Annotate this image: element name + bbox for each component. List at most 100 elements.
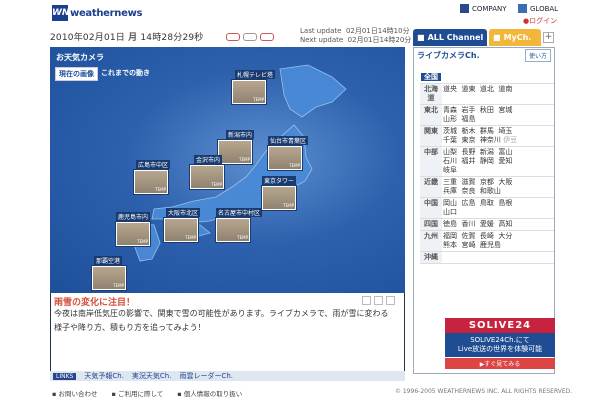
pager-next-icon[interactable] [386,296,395,305]
link-forecast[interactable]: 天気予報Ch. [84,371,124,381]
cam-label-kanazawa[interactable]: 金沢市内 [194,155,223,164]
region-name[interactable]: 近畿 [420,176,442,198]
city-link[interactable]: 東京 [461,136,475,144]
region-name[interactable]: 九州 [420,230,442,252]
company-link[interactable]: COMPANY [460,4,507,13]
region-all[interactable]: 全国 [421,73,441,81]
cam-thumb-hiroshima[interactable]: TEMP [134,170,168,194]
cam-label-tokyo[interactable]: 東京タワー [262,176,297,185]
pager-prev-icon[interactable] [362,296,371,305]
past-movement-button[interactable]: これまでの動き [101,68,150,78]
region-name[interactable]: 中部 [420,146,442,177]
city-link[interactable]: 埼玉 [498,127,512,135]
city-link[interactable]: 宮崎 [461,241,475,249]
cam-label-sapporo[interactable]: 札幌テレビ塔 [235,70,276,79]
city-link[interactable]: 三重 [443,178,457,186]
cam-thumb-osaka[interactable]: TEMP [164,218,198,242]
city-link[interactable]: 道北 [480,85,494,93]
logo-mark[interactable]: WN [52,5,69,21]
city-link[interactable]: 愛媛 [480,220,494,228]
city-link[interactable]: 福島 [461,115,475,123]
cam-label-kagoshima[interactable]: 鹿児島市内 [116,212,151,221]
city-link[interactable]: 和歌山 [480,187,501,195]
city-link[interactable]: 岐阜 [443,166,457,174]
city-link[interactable]: 宮城 [498,106,512,114]
city-link[interactable]: 大阪 [498,178,512,186]
city-link[interactable]: 徳島 [443,220,457,228]
city-link[interactable]: 鳥取 [480,199,494,207]
login-link[interactable]: ●ログイン [523,16,557,26]
city-link[interactable]: 高知 [498,220,512,228]
city-link[interactable]: 長野 [461,148,475,156]
global-link[interactable]: GLOBAL [518,4,558,13]
footer-terms[interactable]: ▪ ご利用に際して [111,388,163,398]
cam-label-naha[interactable]: 那覇空港 [94,256,123,265]
city-link[interactable]: 道央 [443,85,457,93]
city-link[interactable]: 佐賀 [461,232,475,240]
cam-thumb-kanazawa[interactable]: TEMP [190,165,224,189]
cam-label-nagoya[interactable]: 名古屋市中村区 [216,208,263,217]
cam-label-sendai[interactable]: 仙台市青葉区 [268,136,309,145]
city-link[interactable]: 香川 [461,220,475,228]
link-observation[interactable]: 実況天気Ch. [132,371,172,381]
city-link[interactable]: 長崎 [480,232,494,240]
city-link[interactable]: 富山 [498,148,512,156]
city-link[interactable]: 石川 [443,157,457,165]
add-tab-button[interactable]: + [543,32,554,43]
city-link[interactable]: 山形 [443,115,457,123]
city-link[interactable]: 愛知 [498,157,512,165]
cam-thumb-sendai[interactable]: TEMP [268,146,302,170]
city-link[interactable]: 兵庫 [443,187,457,195]
region-name[interactable]: 関東 [420,125,442,147]
cam-thumb-niigata[interactable]: TEMP [218,140,252,164]
cam-thumb-nagoya[interactable]: TEMP [216,218,250,242]
city-link[interactable]: 道南 [498,85,512,93]
cam-thumb-tokyo[interactable]: TEMP [262,186,296,210]
logo-text[interactable]: weathernews [70,8,142,19]
region-name[interactable]: 北海道 [420,83,442,105]
city-link[interactable]: 島根 [498,199,512,207]
region-name[interactable]: 四国 [420,218,442,231]
footer-privacy[interactable]: ▪ 個人情報の取り扱い [177,388,242,398]
footer-contact[interactable]: ▪ お問い合わせ [52,388,97,398]
city-link[interactable]: 鹿児島 [480,241,501,249]
city-link[interactable]: 青森 [443,106,457,114]
city-link[interactable]: 岡山 [443,199,457,207]
tab-all-channel[interactable]: ■ ALL Channel [413,29,487,46]
cam-thumb-naha[interactable]: TEMP [92,266,126,290]
city-link[interactable]: 道東 [461,85,475,93]
tab-my-channel[interactable]: ■ MyCh. [489,29,541,46]
city-link[interactable]: 千葉 [443,136,457,144]
city-link[interactable]: 岩手 [461,106,475,114]
city-link[interactable]: 伊豆 [503,136,517,144]
city-link[interactable]: 山梨 [443,148,457,156]
city-link[interactable]: 栃木 [461,127,475,135]
city-link[interactable]: 京都 [480,178,494,186]
region-name[interactable]: 東北 [420,104,442,126]
city-link[interactable]: 静岡 [480,157,494,165]
city-link[interactable]: 神奈川 [480,136,501,144]
cam-thumb-sapporo[interactable]: TEMP [232,80,266,104]
pager-mid-icon[interactable] [374,296,383,305]
city-link[interactable]: 滋賀 [461,178,475,186]
city-link[interactable]: 奈良 [461,187,475,195]
city-link[interactable]: 群馬 [480,127,494,135]
city-link[interactable]: 福岡 [443,232,457,240]
solive-banner[interactable]: SOLIVE24 SOLIVE24Ch.にて Live放送の世界を体験可能 ▶す… [445,318,555,372]
city-link[interactable]: 広島 [461,199,475,207]
city-link[interactable]: 大分 [498,232,512,240]
city-link[interactable]: 新潟 [480,148,494,156]
cam-label-niigata[interactable]: 新潟市内 [226,130,255,139]
city-link[interactable]: 茨城 [443,127,457,135]
article-pager[interactable] [362,296,395,305]
cam-label-hiroshima[interactable]: 広島市中区 [136,160,171,169]
city-link[interactable]: 山口 [443,208,457,216]
solive-go-button[interactable]: ▶すぐ見てみる [445,358,555,369]
city-link[interactable]: 秋田 [480,106,494,114]
now-image-button[interactable]: 現在の画像 [55,67,98,81]
city-link[interactable]: 熊本 [443,241,457,249]
city-link[interactable]: 福井 [461,157,475,165]
region-name[interactable]: 中国 [420,197,442,219]
help-button[interactable]: 使い方 [524,49,551,62]
link-radar[interactable]: 雨雲レーダーCh. [179,371,233,381]
